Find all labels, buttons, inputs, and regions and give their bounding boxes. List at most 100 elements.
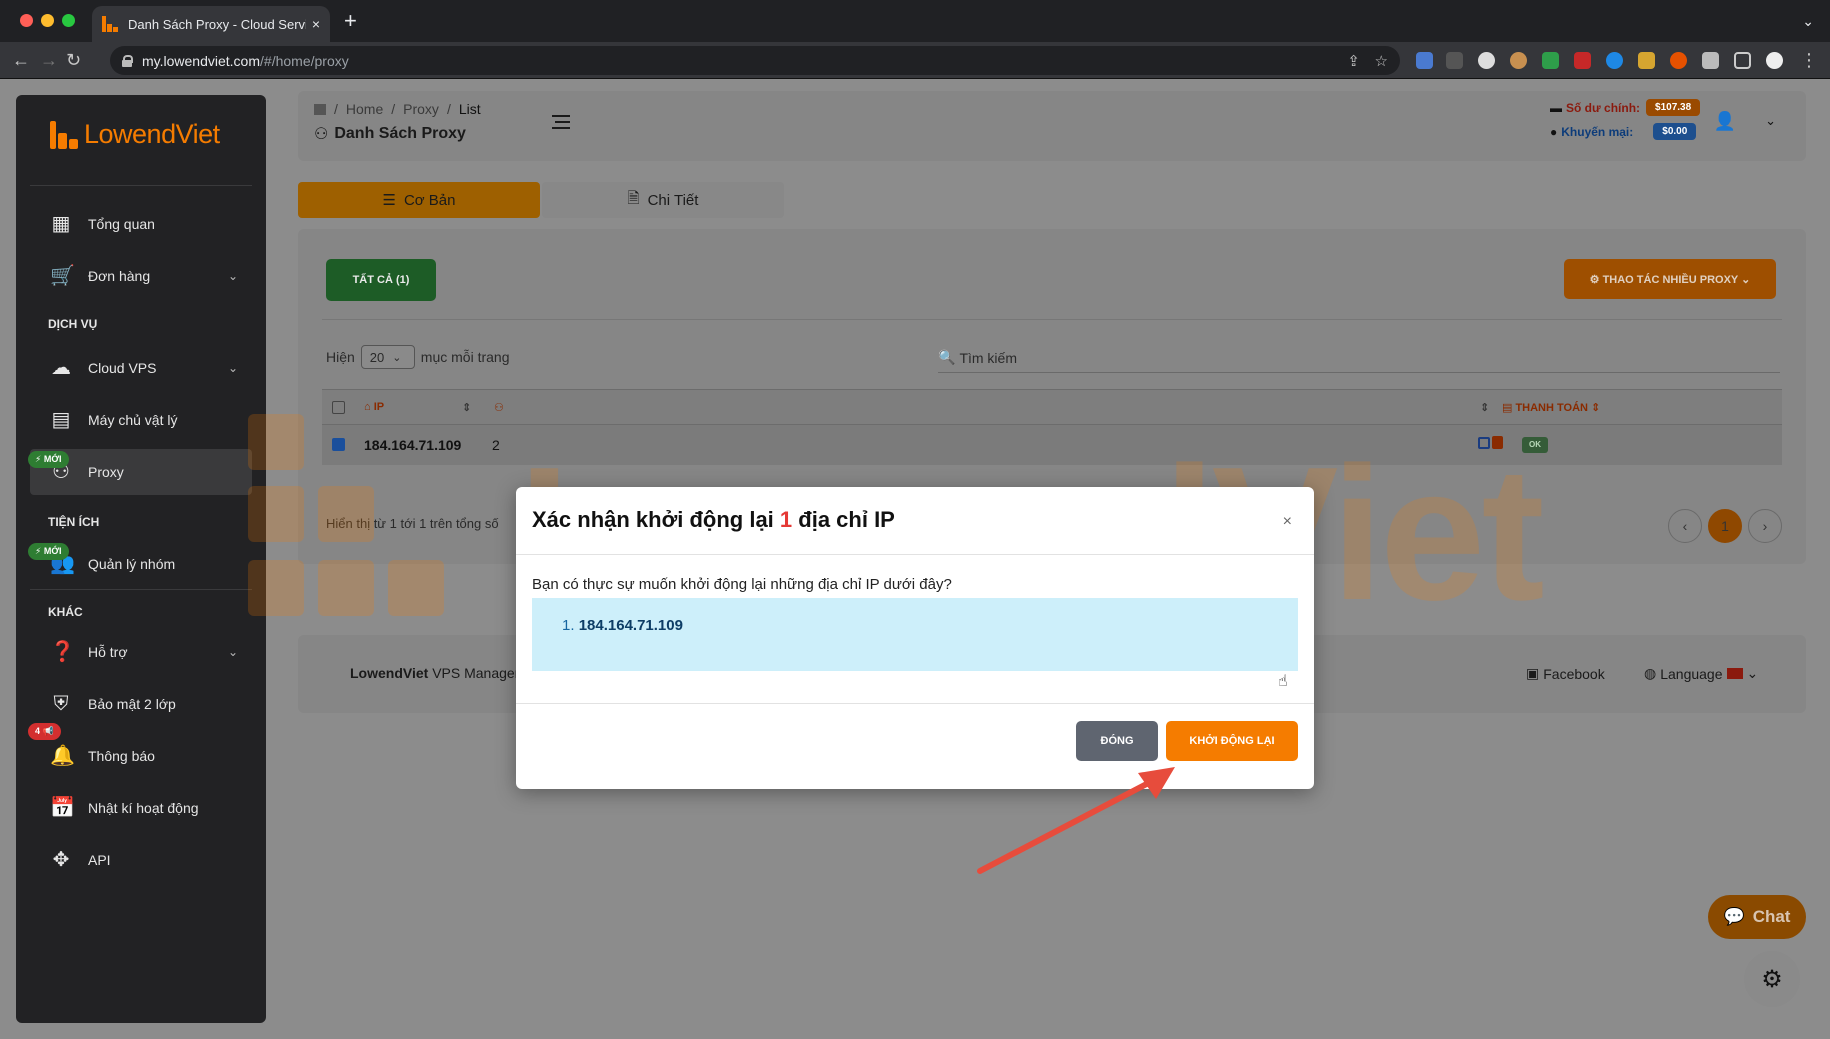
sidebar-item-overview[interactable]: ▦ Tổng quan (30, 201, 252, 247)
breadcrumb-proxy[interactable]: Proxy (403, 101, 439, 117)
share-icon[interactable]: ⇪ (1347, 52, 1360, 70)
forward-icon[interactable]: → (40, 49, 58, 71)
url-path: /#/home/proxy (260, 52, 349, 69)
browser-tab[interactable]: Danh Sách Proxy - Cloud Servi × (92, 6, 330, 42)
sidebar-item-label: Bảo mật 2 lớp (88, 696, 176, 712)
browser-menu-icon[interactable]: ⋮ (1800, 49, 1818, 71)
sort-icon[interactable]: ⇕ (462, 401, 471, 414)
window-minimize-button[interactable] (41, 14, 54, 27)
list-item: 1. 184.164.71.109 (562, 617, 683, 634)
bookmark-star-icon[interactable]: ☆ (1375, 52, 1388, 70)
prev-page-button[interactable]: ‹ (1668, 509, 1702, 543)
sidebar-item-dedicated[interactable]: ▤ Máy chủ vật lý (30, 397, 252, 443)
puzzle-extensions-icon[interactable] (1702, 52, 1719, 69)
close-icon[interactable]: × (1283, 513, 1292, 531)
vietnam-flag-icon (1726, 668, 1743, 679)
logo-icon (50, 120, 78, 149)
extension-icon[interactable] (1670, 52, 1687, 69)
tab-close-icon[interactable]: × (312, 16, 320, 32)
tab-list-chevron-icon[interactable]: ⌄ (1802, 13, 1814, 30)
facebook-link[interactable]: ▣ Facebook (1526, 665, 1605, 682)
tab-detail[interactable]: 🗎 Chi Tiết (542, 182, 784, 218)
window-zoom-button[interactable] (62, 14, 75, 27)
column-header-ip[interactable]: ⌂ IP (364, 401, 384, 413)
sidebar-item-orders[interactable]: 🛒 Đơn hàng ⌄ (30, 253, 252, 299)
page-size-prefix: Hiện (326, 349, 355, 365)
sort-icon[interactable]: ⇕ (1480, 401, 1489, 414)
bulk-actions-button[interactable]: ⚙ THAO TÁC NHIỀU PROXY ⌄ (1564, 259, 1776, 299)
breadcrumb-home[interactable]: Home (346, 101, 383, 117)
tab-basic[interactable]: ☰ Cơ Bản (298, 182, 540, 218)
copy-icon[interactable] (1492, 436, 1503, 449)
edit-icon[interactable] (1478, 437, 1490, 449)
filter-all-button[interactable]: TẤT CẢ (1) (326, 259, 436, 301)
next-page-button[interactable]: › (1748, 509, 1782, 543)
restart-button[interactable]: KHỞI ĐỘNG LẠI (1166, 721, 1298, 761)
language-label: Language (1660, 665, 1723, 682)
favicon-icon (102, 16, 118, 32)
page-1-button[interactable]: 1 (1708, 509, 1742, 543)
facebook-icon: ▣ (1526, 665, 1540, 681)
column-header-count[interactable]: ⚇ (494, 401, 504, 414)
sidebar-item-cloud-vps[interactable]: ☁ Cloud VPS ⌄ (30, 345, 252, 391)
dialog-title: Xác nhận khởi động lại 1 địa chỉ IP (532, 507, 895, 532)
new-tab-button[interactable]: + (344, 10, 357, 32)
table-row[interactable]: 184.164.71.109 2 OK (322, 425, 1782, 465)
page-size-control: Hiện 20 ⌄ mục mỗi trang (326, 345, 510, 369)
select-all-checkbox[interactable] (332, 401, 345, 414)
chevron-down-icon[interactable]: ⌄ (1765, 113, 1776, 129)
sidebar-item-activity-log[interactable]: 📅 Nhật kí hoạt động (30, 785, 252, 831)
wallet-icon: ▬ (1550, 100, 1562, 115)
side-panel-icon[interactable] (1734, 52, 1751, 69)
close-button[interactable]: ĐÓNG (1076, 721, 1158, 761)
ip-list: 1. 184.164.71.109 (532, 598, 1298, 671)
window-close-button[interactable] (20, 14, 33, 27)
extension-icon[interactable] (1478, 52, 1495, 69)
bell-icon: 🔔 (50, 745, 75, 767)
reload-icon[interactable]: ↻ (66, 49, 81, 71)
extension-icon[interactable] (1446, 52, 1463, 69)
calendar-icon: 📅 (50, 797, 75, 819)
mouse-cursor-icon: ☝ (1278, 673, 1288, 690)
server-icon: ▤ (51, 409, 71, 431)
sidebar-item-2fa[interactable]: ⛨ Bảo mật 2 lớp (30, 681, 252, 727)
browser-tabbar: Danh Sách Proxy - Cloud Servi × + ⌄ (0, 0, 1830, 42)
row-checkbox[interactable] (332, 438, 345, 451)
tab-title: Danh Sách Proxy - Cloud Servi (128, 16, 306, 32)
url-bar[interactable]: my.lowendviet.com /#/home/proxy ⇪ ☆ (110, 46, 1400, 75)
section-heading: TIỆN ÍCH (48, 515, 100, 529)
search-input[interactable]: 🔍 Tìm kiếm (938, 343, 1780, 373)
back-icon[interactable]: ← (12, 49, 30, 71)
user-icon[interactable]: 👤 (1714, 111, 1736, 132)
column-header-payment[interactable]: ▤ THANH TOÁN ⇕ (1502, 401, 1600, 414)
gift-icon: ● (1550, 124, 1558, 139)
settings-button[interactable]: ⚙ (1744, 951, 1800, 1007)
network-icon: ⚇ (314, 126, 329, 143)
main-balance-value: $107.38 (1646, 99, 1701, 116)
extension-icon[interactable] (1638, 52, 1655, 69)
extension-icon[interactable] (1606, 52, 1623, 69)
home-icon[interactable] (314, 103, 326, 115)
chat-button[interactable]: 💬 Chat (1708, 895, 1806, 939)
language-selector[interactable]: ◍ Language ⌄ (1644, 665, 1758, 682)
promo-balance-value: $0.00 (1653, 123, 1697, 140)
chevron-down-icon: ⌄ (227, 645, 238, 659)
sidebar-item-label: Máy chủ vật lý (88, 412, 178, 428)
browser-addressbar: ← → ↻ my.lowendviet.com /#/home/proxy ⇪ … (0, 42, 1830, 79)
menu-toggle-icon[interactable] (552, 115, 570, 133)
sidebar-item-api[interactable]: ✥ API (30, 837, 252, 883)
row-count: 2 (492, 437, 500, 453)
sidebar-item-support[interactable]: ❓ Hỗ trợ ⌄ (30, 629, 252, 675)
sidebar-item-label: Cloud VPS (88, 360, 157, 376)
page-size-select[interactable]: 20 ⌄ (360, 345, 415, 369)
cookie-extension-icon[interactable] (1510, 52, 1527, 69)
profile-avatar[interactable] (1766, 52, 1783, 69)
sidebar-item-label: Quản lý nhóm (88, 556, 176, 572)
translate-extension-icon[interactable] (1416, 52, 1433, 69)
list-icon: ☰ (382, 192, 396, 209)
sidebar-item-notifications[interactable]: 🔔 Thông báo (30, 733, 252, 779)
brand-logo[interactable]: LowendViet (50, 119, 220, 150)
ublock-extension-icon[interactable] (1574, 52, 1591, 69)
extension-icon[interactable] (1542, 52, 1559, 69)
tab-detail-label: Chi Tiết (647, 191, 699, 209)
